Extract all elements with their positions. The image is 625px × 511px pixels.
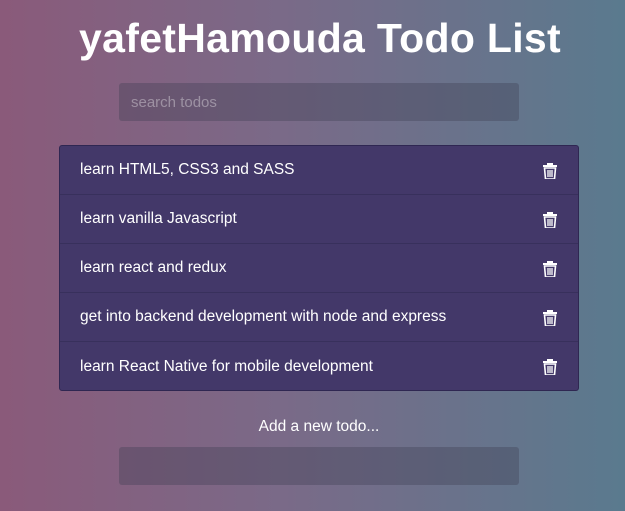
search-form bbox=[119, 83, 519, 121]
todo-text: learn React Native for mobile developmen… bbox=[80, 357, 373, 375]
todo-item[interactable]: learn react and redux bbox=[60, 244, 578, 293]
todo-item[interactable]: learn React Native for mobile developmen… bbox=[60, 342, 578, 391]
trash-icon[interactable] bbox=[542, 358, 558, 376]
todo-text: get into backend development with node a… bbox=[80, 308, 447, 325]
todo-item[interactable]: learn HTML5, CSS3 and SASS bbox=[60, 146, 578, 195]
trash-icon[interactable] bbox=[542, 211, 558, 229]
trash-icon[interactable] bbox=[542, 162, 558, 180]
todo-text: learn vanilla Javascript bbox=[80, 210, 237, 227]
todo-text: learn react and redux bbox=[80, 259, 227, 276]
page-title: yafetHamouda Todo List bbox=[79, 15, 561, 61]
add-todo-form bbox=[119, 447, 519, 485]
todo-item[interactable]: get into backend development with node a… bbox=[60, 293, 578, 342]
todo-list: learn HTML5, CSS3 and SASS learn vanilla… bbox=[59, 145, 579, 391]
todo-text: learn HTML5, CSS3 and SASS bbox=[80, 161, 295, 178]
trash-icon[interactable] bbox=[542, 260, 558, 278]
search-input[interactable] bbox=[119, 83, 519, 121]
todo-item[interactable]: learn vanilla Javascript bbox=[60, 195, 578, 244]
add-todo-input[interactable] bbox=[119, 447, 519, 485]
trash-icon[interactable] bbox=[542, 309, 558, 327]
add-todo-label: Add a new todo... bbox=[258, 418, 380, 435]
